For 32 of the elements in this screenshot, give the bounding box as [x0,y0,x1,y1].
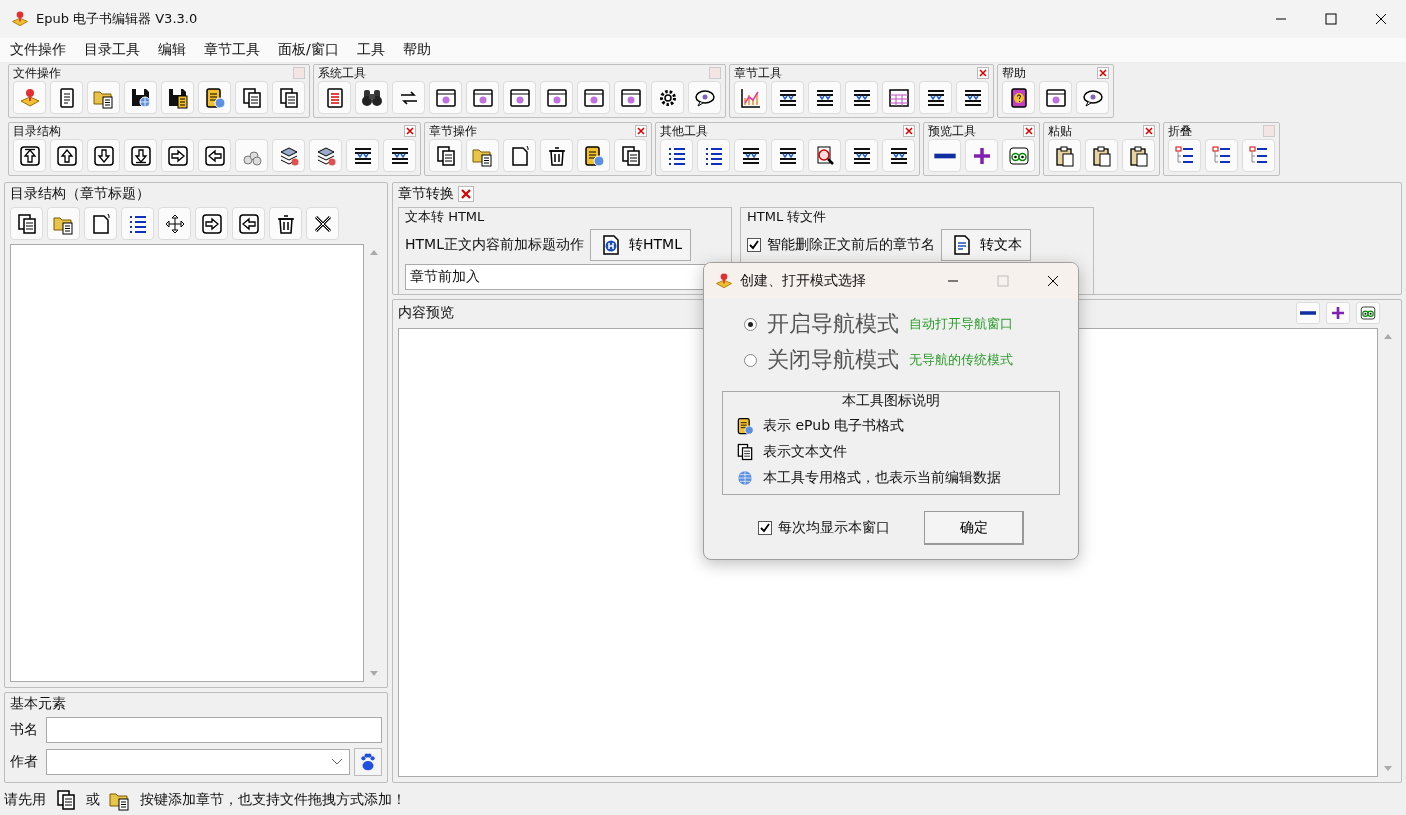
panel-title: 目录结构（章节标题） [10,185,151,203]
dialog-title: 创建、打开模式选择 [740,272,866,290]
toolbar-group-title: 粘贴 [1048,122,1072,140]
field-label: 作者 [10,753,39,771]
panel-title: 内容预览 [398,304,454,322]
group-title: HTML 转文件 [747,208,828,226]
legend-text: 表示文本文件 [763,443,847,461]
toolbar-group-title: 章节操作 [429,122,477,140]
status-text: 按键添加章节，也支持文件拖拽方式添加！ [140,791,406,809]
toolbar-group-title: 系统工具 [318,64,366,82]
toolbar-group-title: 折叠 [1168,122,1192,140]
toolbar-group-title: 预览工具 [928,122,976,140]
panel-title: 章节转换 [398,185,454,203]
toolbar-group-title: 帮助 [1002,64,1026,82]
toolbar-group-title: 其他工具 [660,122,708,140]
toolbar-group-title: 目录结构 [13,122,61,140]
option-label: HTML正文内容前加标题动作 [405,236,584,254]
toolbar-group-title: 文件操作 [13,64,61,82]
status-text: 请先用 [4,791,46,809]
mode-note: 无导航的传统模式 [909,351,1013,369]
toolbar-group-title: 章节工具 [734,64,782,82]
legend-text: 本工具专用格式，也表示当前编辑数据 [763,469,1001,487]
window-title: Epub 电子书编辑器 V3.3.0 [36,10,198,28]
group-title: 文本转 HTML [405,208,486,226]
field-label: 书名 [10,721,39,739]
status-text: 或 [86,791,100,809]
group-title: 本工具图标说明 [842,392,940,410]
mode-label: 开启导航模式 [767,310,899,338]
mode-note: 自动打开导航窗口 [909,315,1013,333]
mode-label: 关闭导航模式 [767,346,899,374]
legend-text: 表示 ePub 电子书格式 [763,417,905,435]
panel-title: 基本元素 [10,695,67,713]
